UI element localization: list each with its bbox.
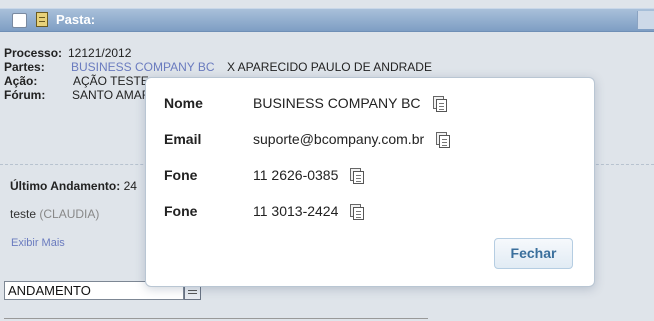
processo-label: Processo: (4, 46, 63, 60)
fone-label-2: Fone (164, 203, 198, 219)
contact-popup: Nome BUSINESS COMPANY BC Email suporte@b… (145, 77, 595, 287)
header-tab-edge (637, 11, 654, 29)
acao-value: AÇÃO TESTE (73, 74, 149, 88)
ultimo-andamento-label: Último Andamento: (10, 179, 121, 193)
acao-label: Ação: (4, 74, 38, 88)
bottom-field-border (4, 318, 428, 319)
folder-title: Pasta: (56, 12, 96, 27)
fone-value-2: 11 3013-2424 (253, 203, 339, 219)
fechar-button[interactable]: Fechar (494, 238, 573, 269)
nome-value: BUSINESS COMPANY BC (253, 95, 421, 111)
fone-value-wrap-2: 11 3013-2424 (253, 203, 365, 220)
ultimo-andamento-value: 24 (123, 179, 137, 193)
copy-icon[interactable] (350, 204, 365, 220)
partes-rest: X APARECIDO PAULO DE ANDRADE (227, 60, 432, 74)
forum-row: Fórum: SANTO AMARO (4, 88, 160, 102)
andamento-item: teste (CLAUDIA) (10, 207, 99, 221)
partes-row: Partes: BUSINESS COMPANY BC X APARECIDO … (4, 60, 432, 74)
nome-value-wrap: BUSINESS COMPANY BC (253, 95, 447, 112)
forum-label: Fórum: (4, 88, 46, 102)
copy-icon[interactable] (432, 96, 447, 112)
copy-icon[interactable] (350, 168, 365, 184)
processo-row: Processo: 12121/2012 (4, 46, 131, 60)
processo-value: 12121/2012 (68, 46, 132, 60)
andamento-text: teste (10, 207, 37, 221)
fone-value-1: 11 2626-0385 (253, 167, 339, 183)
acao-row: Ação: AÇÃO TESTE (4, 74, 149, 88)
partes-label: Partes: (4, 60, 45, 74)
email-value: suporte@bcompany.com.br (253, 131, 425, 147)
partes-company-link[interactable]: BUSINESS COMPANY BC (71, 60, 215, 74)
fone-value-wrap-1: 11 2626-0385 (253, 167, 365, 184)
folder-header-bar: Pasta: (0, 8, 654, 32)
nome-label: Nome (164, 95, 203, 111)
copy-icon[interactable] (436, 132, 451, 148)
email-label: Email (164, 131, 202, 147)
fone-label-1: Fone (164, 167, 198, 183)
select-checkbox[interactable] (12, 13, 27, 28)
exibir-mais-link[interactable]: Exibir Mais (11, 237, 65, 249)
andamento-user: (CLAUDIA) (39, 207, 100, 221)
document-icon (36, 12, 48, 27)
ultimo-andamento: Último Andamento: 24 (10, 179, 137, 193)
email-value-wrap: suporte@bcompany.com.br (253, 131, 451, 148)
process-info: Processo: 12121/2012 Partes: BUSINESS CO… (4, 46, 432, 102)
